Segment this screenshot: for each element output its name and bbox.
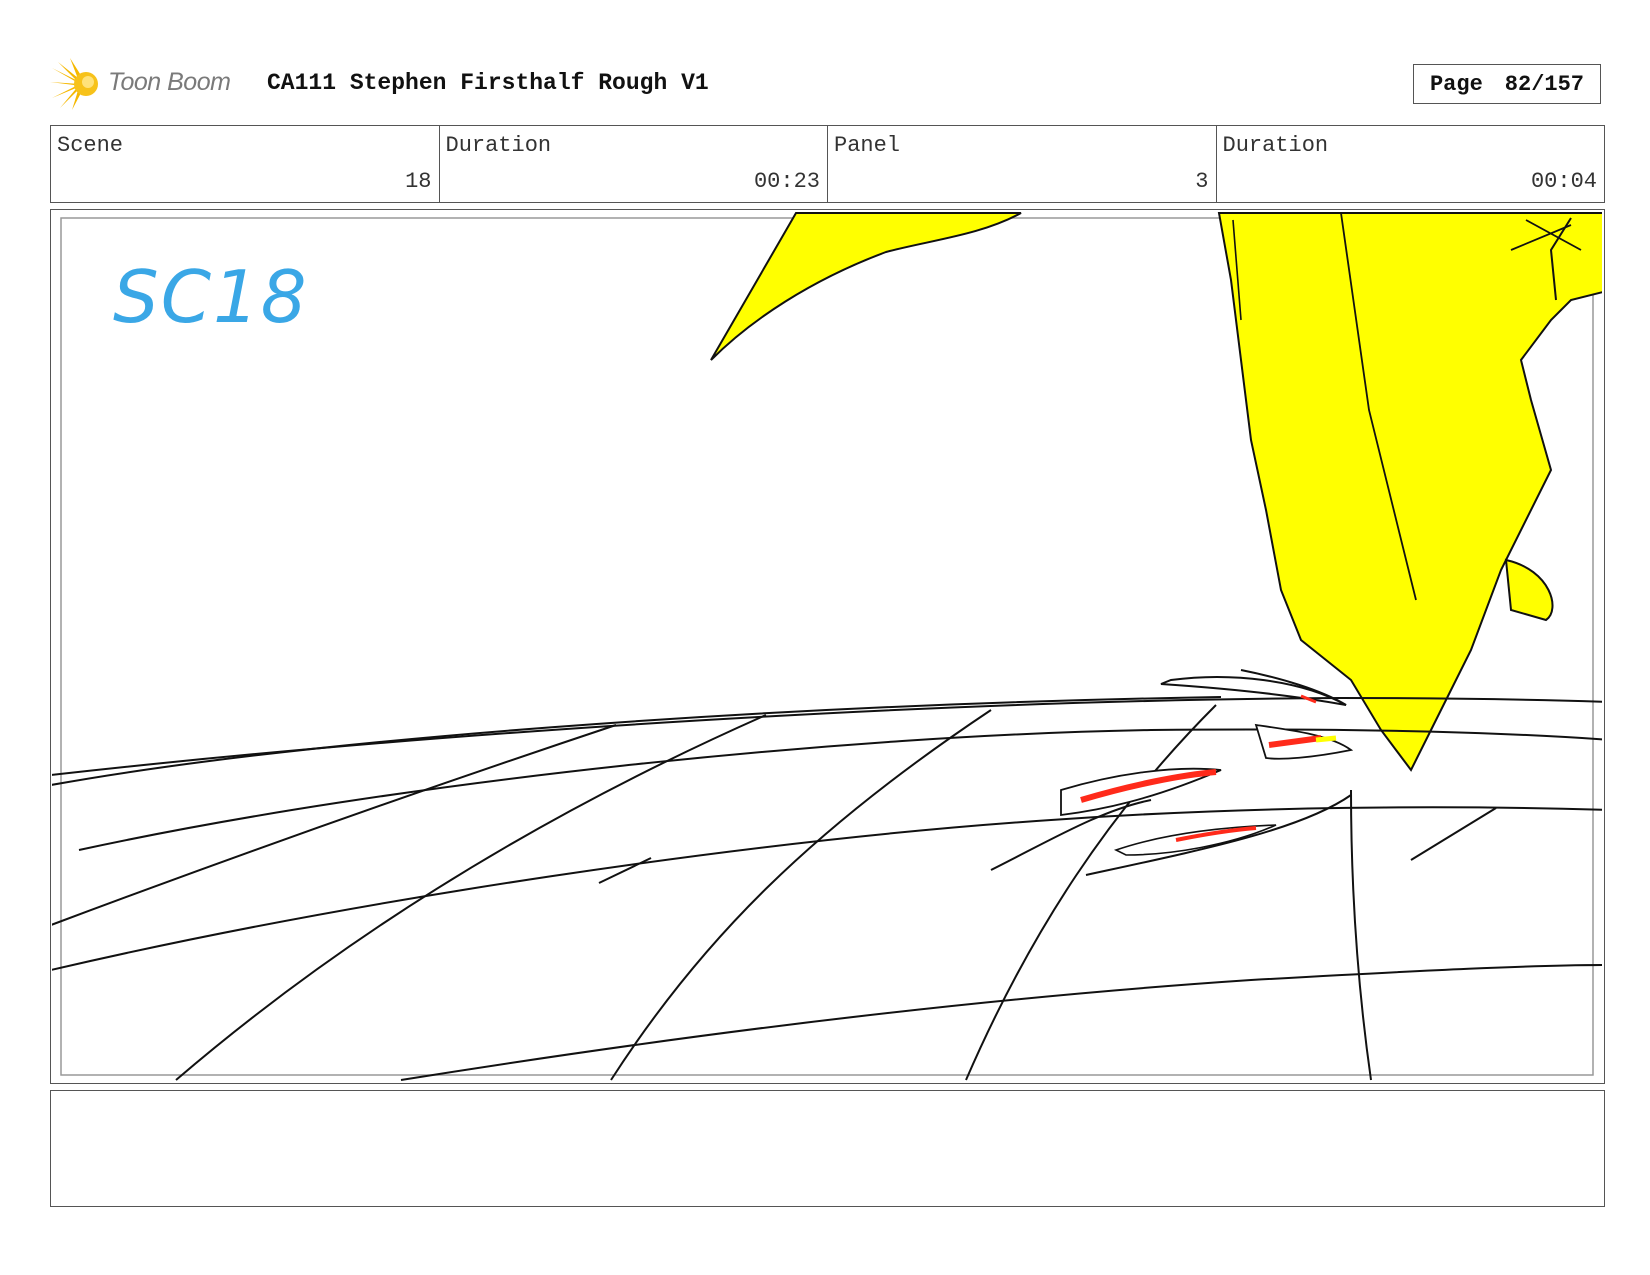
- starburst-logo-icon: [50, 58, 98, 110]
- storyboard-panel: SC18: [50, 209, 1605, 1084]
- toon-boom-logo: Toon Boom: [50, 58, 250, 110]
- panel-value: 3: [1195, 169, 1209, 194]
- panel-label: Panel: [834, 133, 901, 158]
- scene-info-table: Scene 18 Duration 00:23 Panel 3 Duration…: [50, 125, 1605, 203]
- page-header: Toon Boom CA111 Stephen Firsthalf Rough …: [50, 56, 1605, 112]
- panel-duration-cell: Duration 00:04: [1217, 126, 1605, 202]
- scene-annotation: SC18: [113, 255, 309, 339]
- page-indicator: Page 82/157: [1413, 64, 1601, 104]
- panel-cell: Panel 3: [828, 126, 1217, 202]
- scene-value: 18: [405, 169, 432, 194]
- panel-duration-label: Duration: [1222, 133, 1329, 158]
- panel-sketch: SC18: [52, 212, 1602, 1081]
- logo-text: Toon Boom: [108, 68, 231, 96]
- scene-duration-cell: Duration 00:23: [440, 126, 828, 202]
- scene-cell: Scene 18: [51, 126, 440, 202]
- scene-duration-value: 00:23: [753, 169, 820, 194]
- yellow-cape-shape: [1217, 212, 1602, 772]
- yellow-wing-shape: [710, 212, 1022, 361]
- panel-duration-value: 00:04: [1530, 169, 1597, 194]
- page-label: Page: [1429, 71, 1483, 97]
- scene-label: Scene: [57, 133, 124, 158]
- document-title: CA111 Stephen Firsthalf Rough V1: [267, 70, 709, 96]
- panel-notes-box: [50, 1090, 1605, 1207]
- scene-duration-label: Duration: [445, 133, 552, 158]
- page-number: 82/157: [1504, 71, 1585, 97]
